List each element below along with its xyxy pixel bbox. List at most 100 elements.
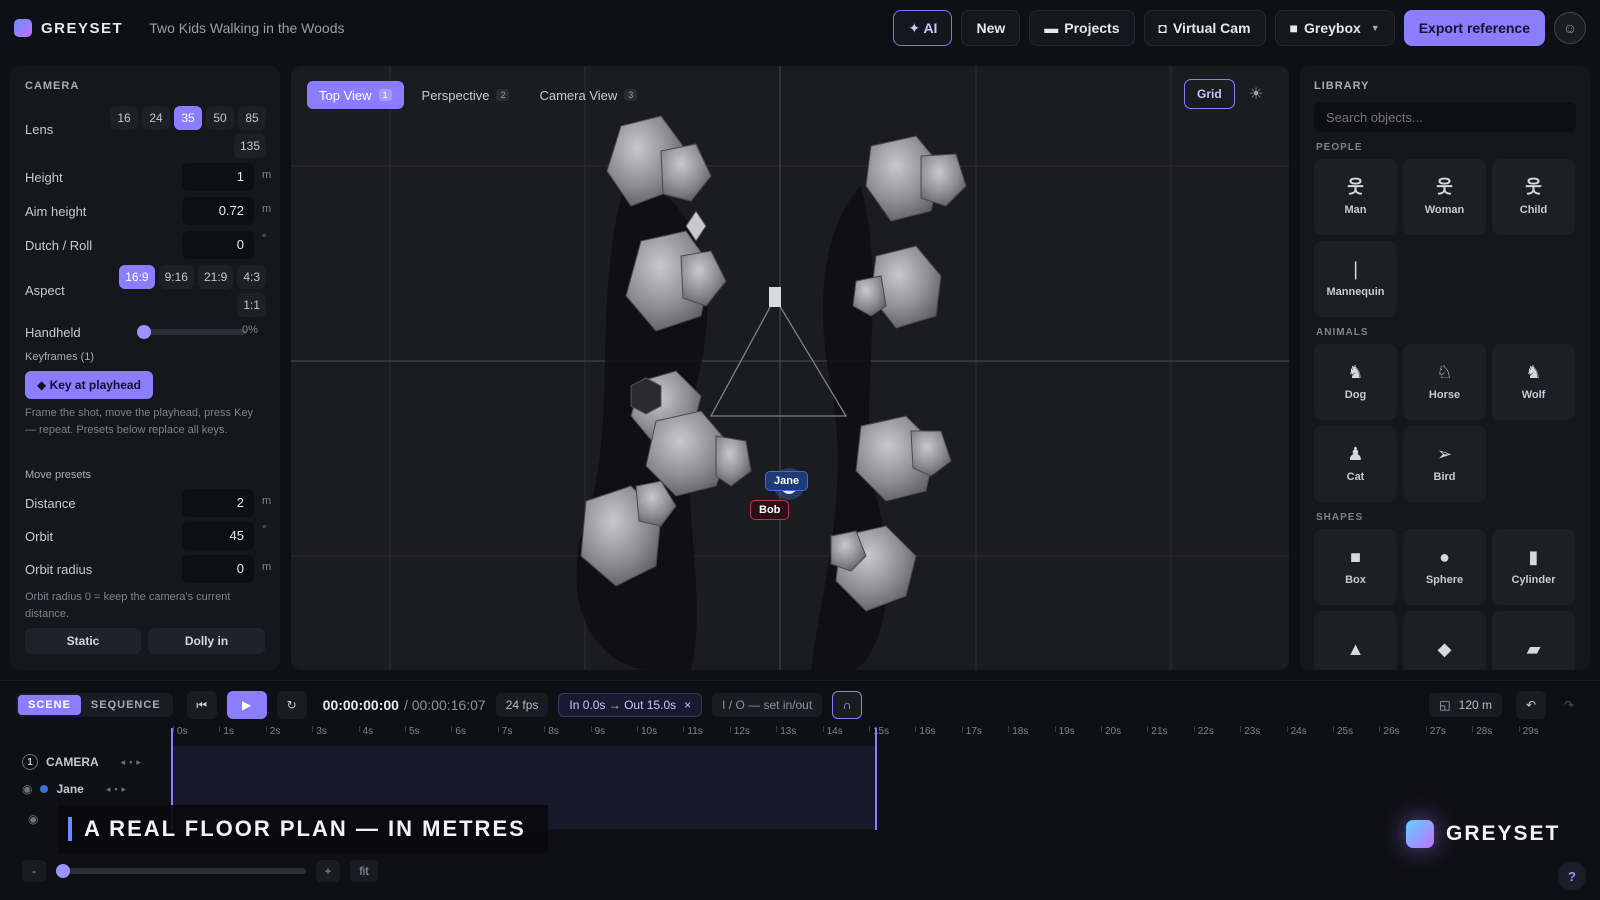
pyramid-shape-tile[interactable]: ◆ — [1403, 611, 1486, 670]
mannequin-icon: ❘ — [1347, 259, 1364, 279]
wolf-tile[interactable]: ♞ Wolf — [1492, 344, 1575, 420]
dutch-field[interactable]: 0 — [182, 231, 254, 259]
aspect-option-4x3[interactable]: 4:3 — [237, 265, 266, 289]
ai-button[interactable]: ✦ AI — [893, 10, 953, 46]
slab-shape-tile[interactable]: ▰ — [1492, 611, 1575, 670]
lens-option-24[interactable]: 24 — [142, 106, 170, 130]
lens-option-35[interactable]: 35 — [174, 106, 202, 130]
sequence-tab[interactable]: SEQUENCE — [81, 695, 171, 715]
woman-tile[interactable]: 웃 Woman — [1403, 159, 1486, 235]
cat-tile[interactable]: ♟ Cat — [1314, 426, 1397, 502]
new-button[interactable]: New — [961, 10, 1021, 46]
scene-tab[interactable]: SCENE — [18, 695, 81, 715]
clear-in-out-icon[interactable]: × — [684, 698, 691, 712]
dolly-in-button[interactable]: Dolly in — [148, 628, 265, 654]
camera-track-index: 1 — [22, 754, 38, 770]
bird-tile[interactable]: ➢ Bird — [1403, 426, 1486, 502]
tab-label: Top View — [319, 87, 372, 103]
aim-height-field[interactable]: 0.72 — [182, 197, 254, 225]
out-point-marker[interactable] — [875, 728, 877, 830]
person-icon: 웃 — [1525, 177, 1542, 197]
man-tile[interactable]: 웃 Man — [1314, 159, 1397, 235]
set-in-out-hint[interactable]: I / O — set in/out — [712, 693, 823, 717]
static-button[interactable]: Static — [25, 628, 141, 654]
orbit-field[interactable]: 45 — [182, 522, 254, 550]
camera-marker-icon[interactable] — [769, 287, 781, 307]
cylinder-tile[interactable]: ▮ Cylinder — [1492, 529, 1575, 605]
keyframe-nav-icon[interactable]: ◂•▸ — [106, 784, 130, 795]
library-search-input[interactable] — [1314, 102, 1576, 132]
child-tile[interactable]: 웃 Child — [1492, 159, 1575, 235]
greybox-dropdown[interactable]: ■ Greybox ▼ — [1274, 10, 1395, 46]
scene-canvas[interactable] — [291, 66, 1289, 670]
top-view-viewport[interactable]: Top View 1 Perspective 2 Camera View 3 Grid ☀… — [291, 66, 1289, 670]
grid-toggle-button[interactable]: Grid — [1184, 79, 1235, 109]
bob-label[interactable]: Bob — [750, 500, 790, 520]
jane-track-row[interactable]: ◉ Jane ◂•▸ — [22, 782, 130, 796]
sun-icon[interactable]: ☀ — [1241, 79, 1271, 109]
avatar[interactable]: ☺ — [1554, 12, 1586, 44]
loop-icon[interactable]: ↻ — [276, 691, 307, 719]
scene-size-readout[interactable]: ◱ 120 m — [1429, 693, 1502, 717]
aspect-option-9x16[interactable]: 9:16 — [158, 265, 194, 289]
handheld-slider-knob[interactable] — [137, 325, 151, 339]
tile-label: Horse — [1428, 389, 1461, 401]
tab-perspective[interactable]: Perspective 2 — [410, 81, 522, 109]
cone-shape-tile[interactable]: ▲ — [1314, 611, 1397, 670]
tab-camera-view[interactable]: Camera View 3 — [527, 81, 649, 109]
ruler-tick: 0s — [173, 726, 188, 737]
height-row: Height 1 m — [25, 163, 271, 191]
redo-icon[interactable]: ↷ — [1554, 691, 1584, 719]
animals-grid: ♞ Dog ♘ Horse ♞ Wolf ♟ Cat ➢ Bird — [1314, 344, 1576, 502]
height-field[interactable]: 1 — [182, 163, 254, 191]
aim-height-unit: m — [262, 203, 272, 215]
box-tile[interactable]: ■ Box — [1314, 529, 1397, 605]
help-icon[interactable]: ? — [1558, 862, 1586, 890]
handheld-slider[interactable] — [137, 325, 247, 339]
fps-selector[interactable]: 24 fps — [495, 693, 549, 717]
aspect-option-1x1[interactable]: 1:1 — [237, 293, 266, 317]
camera-track-name: CAMERA — [46, 755, 99, 769]
zoom-in-button[interactable]: + — [316, 860, 340, 882]
zoom-out-button[interactable]: - — [22, 860, 46, 882]
undo-icon[interactable]: ↶ — [1516, 691, 1546, 719]
jane-label[interactable]: Jane — [765, 471, 809, 491]
tab-top-view[interactable]: Top View 1 — [307, 81, 404, 109]
lens-option-50[interactable]: 50 — [206, 106, 234, 130]
eye-icon[interactable]: ◉ — [22, 782, 32, 796]
lens-option-85[interactable]: 85 — [238, 106, 266, 130]
virtual-cam-button[interactable]: ◘ Virtual Cam — [1143, 10, 1266, 46]
aspect-option-21x9[interactable]: 21:9 — [197, 265, 234, 289]
magnet-snap-icon[interactable]: ∩ — [832, 691, 863, 719]
origin-axes — [291, 66, 1289, 670]
time-ruler[interactable]: 0s 1s 2s 3s 4s 5s 6s 7s 8s 9s 10s 11s 12s 13s 14s 15s 16… — [171, 726, 1571, 746]
projects-button[interactable]: ▬ Projects — [1029, 10, 1135, 46]
tile-label: Dog — [1344, 389, 1367, 401]
zoom-slider-knob[interactable] — [56, 864, 70, 878]
orbit-radius-field[interactable]: 0 — [182, 555, 254, 583]
ruler-tick: 17s — [961, 726, 982, 737]
export-reference-button[interactable]: Export reference — [1403, 10, 1545, 46]
keyframe-nav-icon[interactable]: ◂•▸ — [121, 757, 145, 768]
dog-tile[interactable]: ♞ Dog — [1314, 344, 1397, 420]
project-title[interactable]: Two Kids Walking in the Woods — [149, 20, 344, 36]
lens-option-16[interactable]: 16 — [110, 106, 138, 130]
key-at-playhead-button[interactable]: ◆ Key at playhead — [25, 371, 153, 399]
in-out-range[interactable]: In 0.0s → Out 15.0s × — [558, 693, 703, 717]
aspect-option-16x9[interactable]: 16:9 — [119, 265, 155, 289]
handheld-value: 0% — [242, 324, 258, 336]
eye-icon[interactable]: ◉ — [28, 812, 38, 826]
ruler-tick: 5s — [405, 726, 420, 737]
camera-track-row[interactable]: 1 CAMERA ◂•▸ — [22, 754, 145, 770]
zoom-slider[interactable] — [56, 864, 306, 878]
mannequin-tile[interactable]: ❘ Mannequin — [1314, 241, 1397, 317]
sphere-tile[interactable]: ● Sphere — [1403, 529, 1486, 605]
distance-field[interactable]: 2 — [182, 489, 254, 517]
skip-to-start-icon[interactable]: ⏮ — [186, 691, 217, 719]
lens-option-135[interactable]: 135 — [233, 134, 266, 158]
play-icon[interactable]: ▶ — [226, 691, 267, 719]
ruler-tick: 21s — [1147, 726, 1168, 737]
horse-tile[interactable]: ♘ Horse — [1403, 344, 1486, 420]
tile-label: Cylinder — [1511, 574, 1556, 586]
zoom-fit-button[interactable]: fit — [350, 860, 378, 882]
